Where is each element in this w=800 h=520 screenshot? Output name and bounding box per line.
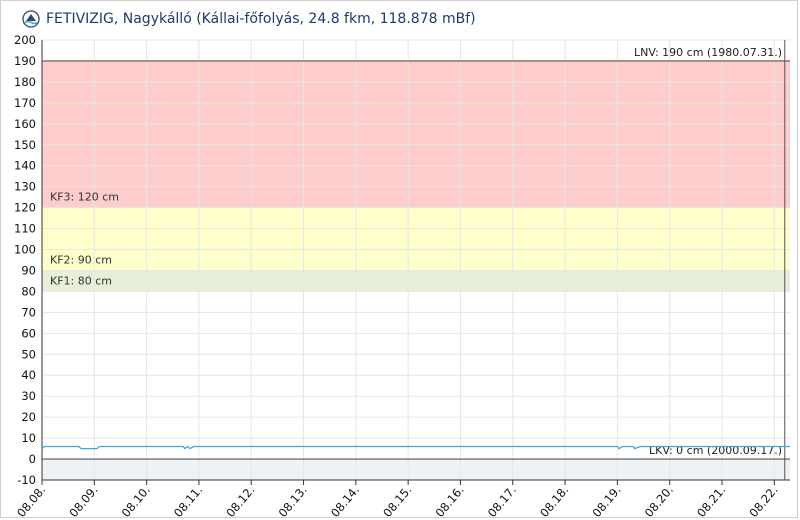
y-tick-label: 10 (21, 431, 36, 445)
x-tick-label: 08.17. (485, 483, 519, 520)
band-kf3 (42, 60, 790, 208)
band-label-kf1: KF1: 80 cm (50, 274, 112, 287)
y-tick-label: 100 (14, 243, 36, 257)
x-tick-label: 08.16. (433, 483, 467, 520)
y-tick-label: -10 (17, 473, 36, 487)
x-tick-label: 08.14. (328, 483, 362, 520)
y-tick-label: 200 (14, 33, 36, 47)
y-tick-label: 90 (21, 263, 36, 277)
x-tick-label: 08.12. (223, 483, 257, 520)
x-tick-label: 08.19. (589, 483, 623, 520)
y-tick-label: 140 (14, 159, 36, 173)
y-tick-label: 110 (14, 222, 36, 236)
band-label-kf3: KF3: 120 cm (50, 191, 119, 204)
below-zero-band (42, 459, 790, 480)
y-tick-label: 190 (14, 54, 36, 68)
y-tick-label: 120 (14, 201, 36, 215)
y-tick-label: 150 (14, 138, 36, 152)
x-tick-label: 08.15. (380, 483, 414, 520)
y-tick-label: 30 (21, 389, 36, 403)
y-tick-label: 60 (21, 326, 36, 340)
x-tick-label: 08.18. (537, 483, 571, 520)
x-tick-label: 08.08. (14, 483, 48, 520)
band-kf2 (42, 207, 790, 271)
y-tick-label: 160 (14, 117, 36, 131)
water-level-chart: 2001901801701601501401301201101009080706… (14, 33, 790, 520)
y-tick-label: 20 (21, 410, 36, 424)
y-tick-label: 80 (21, 284, 36, 298)
x-tick-label: 08.20. (642, 483, 676, 520)
y-tick-label: 40 (21, 368, 36, 382)
x-tick-label: 08.22. (746, 483, 780, 520)
x-tick-label: 08.10. (119, 483, 153, 520)
x-tick-label: 08.21. (694, 483, 728, 520)
y-tick-label: 130 (14, 180, 36, 194)
x-tick-label: 08.13. (276, 483, 310, 520)
y-tick-label: 70 (21, 305, 36, 319)
y-tick-label: 180 (14, 75, 36, 89)
x-tick-label: 08.09. (66, 483, 100, 520)
y-tick-label: 170 (14, 96, 36, 110)
y-tick-label: 50 (21, 347, 36, 361)
reference-label-lnv: LNV: 190 cm (1980.07.31.) (634, 46, 782, 59)
y-tick-label: 0 (29, 452, 36, 466)
x-tick-label: 08.11. (171, 483, 205, 520)
band-label-kf2: KF2: 90 cm (50, 253, 112, 266)
band-kf1 (42, 270, 790, 292)
